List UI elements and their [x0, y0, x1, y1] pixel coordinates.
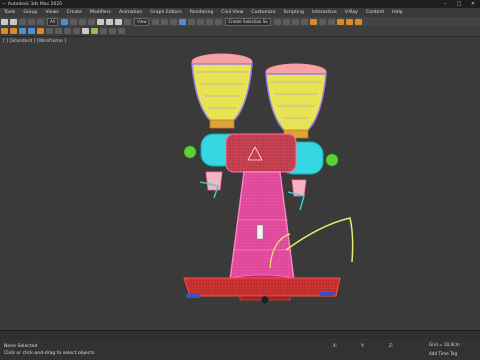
menu-item-group[interactable]: Group — [19, 10, 41, 15]
vray-dome-light-icon[interactable] — [28, 28, 35, 34]
view-dropdown[interactable]: View — [133, 17, 150, 26]
place-icon[interactable] — [123, 18, 131, 25]
unlink-icon[interactable] — [28, 18, 35, 25]
redo-icon[interactable] — [10, 18, 17, 25]
link-icon[interactable] — [19, 18, 26, 25]
scene-explorer-icon[interactable] — [300, 18, 308, 25]
perspective-viewport[interactable]: [ ] [Standard ] [Wireframe ] — [0, 37, 480, 330]
menu-item-help[interactable]: Help — [388, 10, 406, 15]
z-coordinate-label[interactable]: Z: — [389, 343, 393, 348]
rendered-frame-icon[interactable] — [345, 18, 353, 25]
select-icon[interactable] — [60, 18, 68, 25]
move-icon[interactable] — [96, 18, 104, 25]
status-bar: None Selected Click or click-and-drag to… — [0, 339, 480, 360]
menu-item-rendering[interactable]: Rendering — [186, 10, 217, 15]
vray-material-icon[interactable] — [91, 28, 98, 34]
select-by-name-icon[interactable] — [69, 18, 77, 25]
percent-snap-icon[interactable] — [197, 18, 205, 25]
selection-status: None Selected — [4, 344, 38, 349]
bind-icon[interactable] — [37, 18, 44, 25]
menu-item-civil-view[interactable]: Civil View — [217, 10, 247, 15]
title-bar: — Autodesk 3ds Max 2020 – □ ✕ — [0, 0, 480, 8]
menu-item-customize[interactable]: Customize — [247, 10, 279, 15]
menu-item-scripting[interactable]: Scripting — [280, 10, 308, 15]
vray-sun-icon[interactable] — [37, 28, 44, 34]
render-icon[interactable] — [354, 18, 362, 25]
grinder-housing — [183, 133, 339, 175]
add-time-tag-button[interactable]: Add Time Tag — [429, 351, 457, 356]
window-crossing-icon[interactable] — [87, 18, 95, 25]
x-coordinate-label[interactable]: X: — [333, 343, 337, 348]
snaps-icon[interactable] — [179, 18, 187, 25]
close-icon[interactable]: ✕ — [466, 0, 480, 8]
angle-snap-icon[interactable] — [188, 18, 196, 25]
minimize-icon[interactable]: – — [438, 0, 452, 8]
stand-body — [229, 171, 295, 286]
left-hopper — [191, 53, 253, 129]
maximize-icon[interactable]: □ — [452, 0, 466, 8]
window-title: — Autodesk 3ds Max 2020 — [2, 1, 63, 7]
region-select-icon[interactable] — [78, 18, 86, 25]
curve-editor-icon[interactable] — [309, 18, 317, 25]
mirror-icon[interactable] — [273, 18, 281, 25]
keyboard-shortcut-icon[interactable] — [170, 18, 178, 25]
right-hopper — [265, 63, 327, 139]
menu-item-create[interactable]: Create — [63, 10, 86, 15]
named-selection-dropdown[interactable]: Create Selection Se — [225, 17, 271, 26]
y-coordinate-label[interactable]: Y: — [361, 343, 364, 348]
vray-lister-icon[interactable] — [118, 28, 125, 34]
wireframe-scene — [183, 53, 354, 305]
menu-item-v-ray[interactable]: V-Ray — [341, 10, 362, 15]
select-manipulate-icon[interactable] — [161, 18, 169, 25]
layer-explorer-icon[interactable] — [291, 18, 299, 25]
menu-item-modifiers[interactable]: Modifiers — [86, 10, 115, 15]
vray-scene-converter-icon[interactable] — [100, 28, 107, 34]
spinner-snap-icon[interactable] — [206, 18, 214, 25]
menu-item-content[interactable]: Content — [362, 10, 388, 15]
vray-toolbar — [0, 26, 480, 37]
vray-sphere-icon[interactable] — [82, 28, 89, 34]
prompt-line: Click or click-and-drag to select object… — [4, 351, 95, 356]
menu-item-interactive[interactable]: Interactive — [308, 10, 341, 15]
vray-physical-camera-icon[interactable] — [109, 28, 116, 34]
schematic-view-icon[interactable] — [318, 18, 326, 25]
selection-filter-dropdown[interactable]: All — [47, 17, 58, 26]
menu-item-tools[interactable]: Tools — [0, 10, 19, 15]
undo-icon[interactable] — [1, 18, 8, 25]
scale-icon[interactable] — [114, 18, 122, 25]
material-editor-icon[interactable] — [327, 18, 335, 25]
vray-proxy-icon[interactable] — [55, 28, 62, 34]
menu-item-graph-editors[interactable]: Graph Editors — [146, 10, 186, 15]
vray-plane-icon[interactable] — [73, 28, 80, 34]
menu-item-animation[interactable]: Animation — [115, 10, 146, 15]
menu-item-views[interactable]: Views — [41, 10, 62, 15]
edit-named-selection-icon[interactable] — [215, 18, 223, 25]
render-setup-icon[interactable] — [336, 18, 344, 25]
base-plate — [183, 277, 341, 305]
vray-render-icon[interactable] — [1, 28, 8, 34]
vray-light-icon[interactable] — [19, 28, 26, 34]
pivot-icon[interactable] — [152, 18, 160, 25]
align-icon[interactable] — [282, 18, 290, 25]
vray-fur-icon[interactable] — [64, 28, 71, 34]
vray-mesh-export-icon[interactable] — [46, 28, 53, 34]
rotate-icon[interactable] — [105, 18, 113, 25]
vray-frame-buffer-icon[interactable] — [10, 28, 17, 34]
grid-size: Grid = 10,0cm — [429, 342, 460, 347]
